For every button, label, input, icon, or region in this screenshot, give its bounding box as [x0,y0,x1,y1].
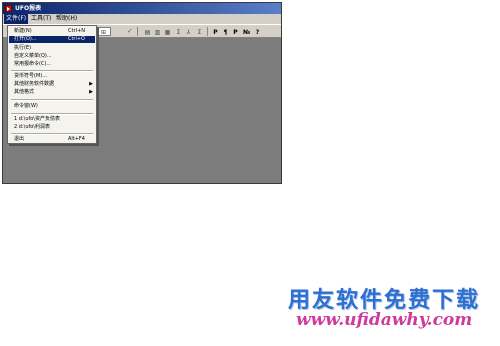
confirm-check-icon[interactable]: ✓ [127,26,133,37]
menu-item-label: 自定义菜单(Q)... [14,53,52,59]
menu-item-recent-file-1[interactable]: 1 d:\ufo\资产负债表 [9,116,95,123]
toolbar-button-10[interactable]: P [231,27,240,36]
toolbar-button-5[interactable]: Σ [174,27,183,36]
toolbar-separator [207,27,208,36]
menu-separator [11,113,93,115]
menu-item-currency-symbol[interactable]: 货币符号(M)... [9,73,95,80]
menu-item-shortcut: Alt+F4 [67,136,85,142]
toolbar-button-9[interactable]: ¶ [221,27,230,36]
toolbar-separator [137,27,138,36]
menu-item-label: 其他财务软件数据 [14,81,55,87]
menu-file[interactable]: 文件(F) [4,14,29,24]
toolbar-button-3[interactable]: ▥ [153,27,162,36]
toolbar-button-11[interactable]: № [242,27,251,36]
menu-item-other-formats[interactable]: 其他格式 ▶ [9,89,95,96]
menu-item-label: 退出 [14,136,25,142]
menu-item-label: 执行(E) [14,45,32,51]
menu-item-command-window[interactable]: 命令窗(W) [9,103,95,110]
menu-item-custom-menu[interactable]: 自定义菜单(Q)... [9,53,95,60]
menu-item-recent-file-2[interactable]: 2 d:\ufo\利润表 [9,124,95,131]
menu-item-execute[interactable]: 执行(E) [9,45,95,52]
menu-item-shortcut: Ctrl+O [67,36,85,42]
menu-item-label: 其他格式 [14,89,35,95]
menu-help[interactable]: 帮助(H) [54,14,79,24]
menu-tools[interactable]: 工具(T) [29,14,53,24]
toolbar-button-2[interactable]: ▤ [143,27,152,36]
menu-item-label: 常用报命令(C)... [14,61,52,67]
menu-item-label: 命令窗(W) [14,103,38,109]
submenu-arrow-icon: ▶ [89,81,93,87]
toolbar-button-8[interactable]: P [211,27,220,36]
menu-item-new[interactable]: 新建(N) Ctrl+N [9,28,95,35]
menu-separator [11,133,93,135]
submenu-arrow-icon: ▶ [89,89,93,95]
menu-item-shortcut: Ctrl+N [68,28,85,34]
file-menu-dropdown: 新建(N) Ctrl+N 打开(O)... Ctrl+O 执行(E) 自定义菜单… [7,25,97,144]
watermark-url: www.ufidawhy.com [296,310,473,330]
menu-separator [11,99,93,101]
menu-item-common-commands[interactable]: 常用报命令(C)... [9,61,95,68]
menu-item-label: 货币符号(M)... [14,73,47,79]
ufo-report-window: UFO报表 文件(F) 工具(T) 帮助(H) ✓ ⊞ ▤ ▥ ▦ Σ ⅄ Σ … [2,2,282,184]
menu-item-exit[interactable]: 退出 Alt+F4 [9,136,95,143]
toolbar-button-7[interactable]: Σ [195,27,204,36]
menu-item-label: 2 d:\ufo\利润表 [14,124,50,130]
toolbar-button-6[interactable]: ⅄ [184,27,193,36]
help-pointer-button[interactable]: ? [253,27,262,36]
watermark: 用友软件免费下载 www.ufidawhy.com [288,282,498,342]
window-title: UFO报表 [15,5,42,12]
menu-item-label: 打开(O)... [14,36,37,42]
toolbar-button-4[interactable]: ▦ [163,27,172,36]
menu-item-label: 新建(N) [14,28,32,34]
toolbar-button-1[interactable]: ⊞ [99,27,108,36]
menu-item-label: 1 d:\ufo\资产负债表 [14,116,60,122]
app-icon [5,5,12,12]
menu-item-open[interactable]: 打开(O)... Ctrl+O [9,36,95,43]
title-bar: UFO报表 [3,3,281,14]
menu-item-other-finance-data[interactable]: 其他财务软件数据 ▶ [9,81,95,88]
menu-separator [11,70,93,72]
menu-bar: 文件(F) 工具(T) 帮助(H) [3,14,281,24]
